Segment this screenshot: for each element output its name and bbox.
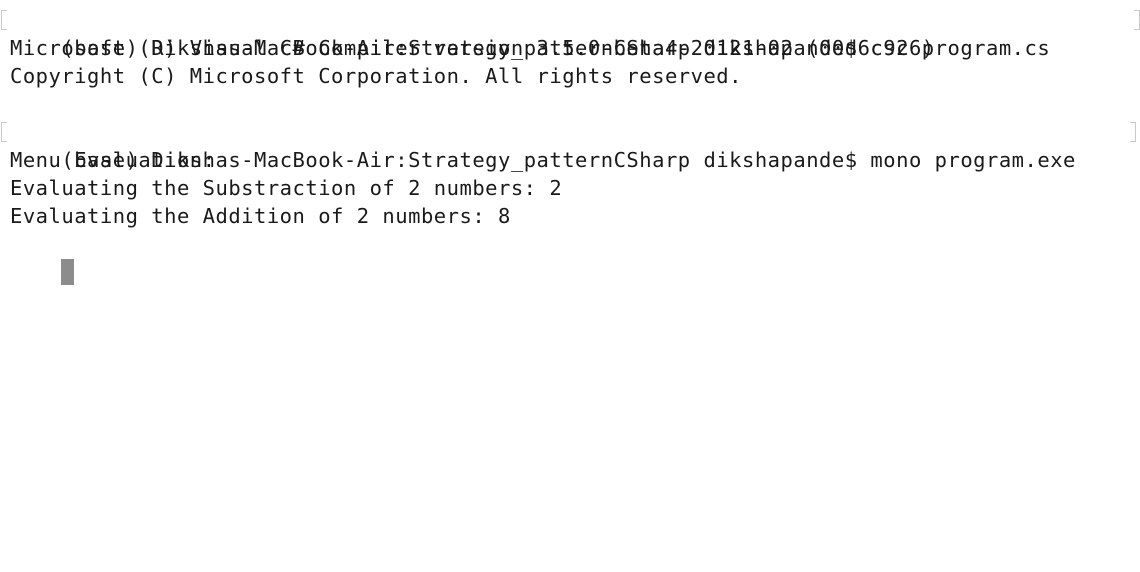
command-line-1[interactable]: (base) Dikshas-MacBook-Air:Strategy_patt… <box>1 6 1140 60</box>
output-line: Evaluating the Addition of 2 numbers: 8 <box>10 204 511 228</box>
output-line: Evaluating the Substraction of 2 numbers… <box>10 176 563 200</box>
terminal-window[interactable]: (base) Dikshas-MacBook-Air:Strategy_patt… <box>0 0 1140 572</box>
command-line-2[interactable]: (base) Dikshas-MacBook-Air:Strategy_patt… <box>1 118 1140 172</box>
output-line: Copyright (C) Microsoft Corporation. All… <box>10 64 742 88</box>
command-mark-left <box>1 10 7 30</box>
command-mark-right <box>1134 10 1140 30</box>
command-mark-right <box>1130 122 1136 142</box>
output-line: Microsoft (R) Visual C# Compiler version… <box>10 36 935 60</box>
prompt-line[interactable] <box>10 230 1140 285</box>
output-line: Menu Evaluation: <box>10 148 216 172</box>
text-cursor <box>61 259 75 285</box>
command-mark-left <box>1 122 7 142</box>
